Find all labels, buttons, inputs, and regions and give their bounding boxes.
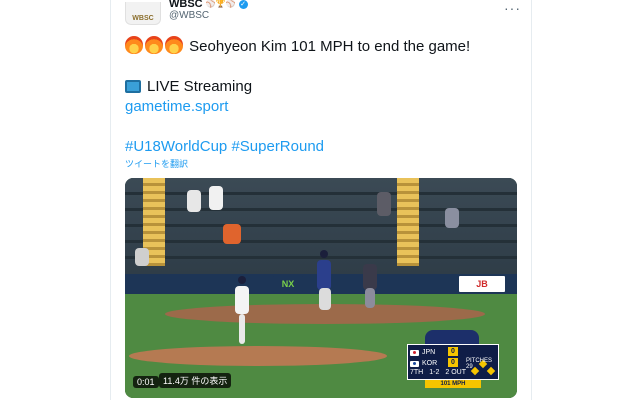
tweet-header: WBSC WBSC ⚾🏆⚾ ✓ @WBSC	[125, 0, 248, 26]
seat-row	[125, 240, 517, 243]
scorebug-team-2: KOR	[410, 358, 437, 369]
verified-icon: ✓	[238, 0, 248, 9]
korea-flag-icon	[410, 360, 419, 367]
tv-icon	[125, 80, 141, 93]
name-emojis: ⚾🏆⚾	[205, 0, 236, 8]
pitcher-legs	[239, 314, 245, 344]
seat-row	[125, 192, 517, 195]
fire-icon	[125, 36, 143, 54]
tweet-text-streaming: LIVE Streaming	[147, 78, 253, 95]
spectator	[377, 192, 391, 216]
avatar[interactable]: WBSC	[125, 1, 161, 25]
batter-helmet	[320, 250, 328, 258]
ad-banner-jb: JB	[459, 276, 505, 292]
spectator	[187, 190, 201, 212]
pitcher-cap	[238, 276, 246, 284]
video-timestamp: 0:01	[133, 376, 159, 388]
display-name[interactable]: WBSC	[169, 0, 203, 10]
scorebug: JPN 0 KOR 0 PITCHES 29 7TH 1-2 2 OUT 101…	[407, 330, 499, 388]
translate-link[interactable]: ツイートを翻訳	[125, 157, 188, 170]
hashtags[interactable]: #U18WorldCup #SuperRound	[125, 137, 324, 157]
spectator	[135, 248, 149, 266]
name-row: WBSC ⚾🏆⚾ ✓	[169, 0, 248, 10]
flag-sun	[413, 350, 416, 354]
spectator	[209, 186, 223, 210]
handle[interactable]: @WBSC	[169, 10, 248, 22]
pitcher	[235, 286, 249, 314]
stands-stairs	[397, 178, 419, 266]
ad-banner-nx: NX	[273, 276, 303, 292]
video-view-count: 11.4万 件の表示	[159, 373, 232, 388]
tweet-line-2: LIVE Streaming	[125, 77, 252, 97]
more-options-icon[interactable]: ···	[504, 0, 521, 16]
team-2-name: KOR	[422, 360, 438, 367]
scorebug-team-1: JPN	[410, 347, 435, 358]
batter	[317, 260, 331, 290]
outs: 2 OUT	[445, 369, 466, 376]
spectator	[445, 208, 459, 228]
stream-link[interactable]: gametime.sport	[125, 97, 228, 117]
scorebug-status: 7TH 1-2 2 OUT	[410, 369, 466, 376]
tweet-line-1: Seohyeon Kim 101 MPH to end the game!	[125, 36, 470, 57]
video-player[interactable]: NX JB 0:01 11.4万 件の表示 JPN 0 KOR 0 PITCHE…	[125, 178, 517, 398]
japan-flag-icon	[410, 349, 419, 356]
team-2-score: 0	[448, 358, 458, 367]
spectator	[223, 224, 241, 244]
avatar-logo-text: WBSC	[132, 14, 154, 22]
ball-strike-count: 1-2	[429, 369, 440, 376]
pitch-speed: 101 MPH	[425, 380, 481, 388]
inning: 7TH	[410, 369, 424, 376]
pitchers-mound	[129, 346, 387, 366]
scorebug-panel: JPN 0 KOR 0 PITCHES 29 7TH 1-2 2 OUT	[407, 344, 499, 380]
author-names: WBSC ⚾🏆⚾ ✓ @WBSC	[169, 0, 248, 22]
scorebug-logo	[425, 330, 479, 344]
umpire	[365, 288, 375, 308]
catcher	[363, 264, 377, 290]
fire-icon	[165, 36, 183, 54]
batter-legs	[319, 288, 331, 310]
fire-icon	[145, 36, 163, 54]
team-1-score: 0	[448, 347, 458, 356]
pitch-count: PITCHES 29	[466, 357, 493, 370]
team-1-name: JPN	[422, 349, 436, 356]
tweet-text-main: Seohyeon Kim 101 MPH to end the game!	[189, 38, 471, 55]
tweet-card: WBSC WBSC ⚾🏆⚾ ✓ @WBSC ··· Seohyeon Kim 1…	[110, 0, 532, 400]
flag-taeguk	[413, 361, 416, 365]
